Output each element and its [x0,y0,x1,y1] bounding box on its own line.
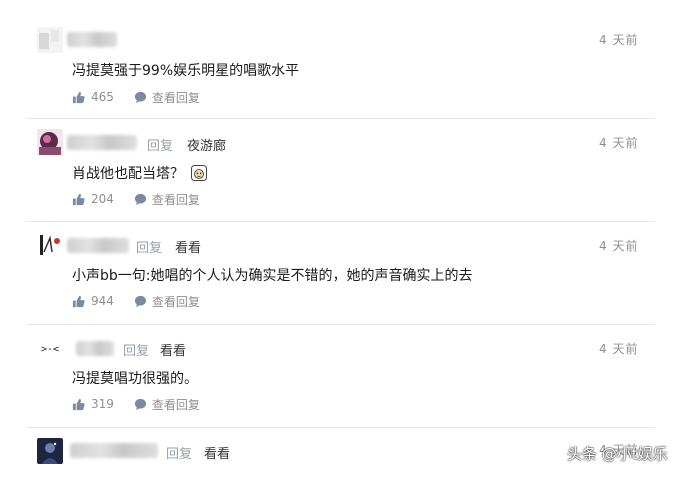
reply-target-username[interactable]: 看看 [160,340,186,359]
comment-bubble-icon [134,295,146,307]
view-replies-link[interactable]: 查看回复 [152,293,200,310]
username-blurred[interactable] [67,135,137,150]
username-blurred[interactable] [67,238,129,253]
timestamp: 4 天前 [599,239,639,253]
avatar[interactable]: >-< [37,336,63,362]
reply-label: 回复 [166,447,193,462]
comment-bubble-icon [134,398,146,410]
username-blurred[interactable] [76,341,114,356]
view-replies-link[interactable]: 查看回复 [152,89,200,106]
view-replies-link[interactable]: 查看回复 [152,191,200,208]
comment-text: 肖战他也配当塔？ [72,163,208,183]
comment-text: 小声bb一句:她唱的个人认为确实是不错的，她的声音确实上的去 [72,268,473,284]
divider [26,118,655,119]
timestamp: 4 天前 [599,136,639,150]
divider [26,427,655,428]
comment-text: 冯提莫强于99%娱乐明星的唱歌水平 [72,63,300,79]
avatar-text: >-< [40,343,60,355]
username-blurred[interactable] [67,32,117,47]
timestamp: 4 天前 [599,342,639,356]
comment-text: 冯提莫唱功很强的。 [72,371,198,387]
avatar[interactable] [37,27,63,53]
avatar[interactable] [37,438,63,464]
reply-target-username[interactable]: 夜游廊 [187,135,226,154]
avatar[interactable] [37,232,63,258]
reply-label: 回复 [136,241,163,256]
thumbs-up-icon[interactable] [72,398,85,411]
divider [26,221,655,222]
timestamp: 4 天前 [599,33,639,47]
like-count: 944 [91,294,114,308]
comment-actions: 944 查看回复 [72,292,200,310]
watermark: 头条 @小t娱乐 [567,445,668,463]
divider [26,324,655,325]
reply-label: 回复 [123,344,150,359]
reply-target-username[interactable]: 看看 [175,237,201,256]
comment-bubble-icon [134,193,146,205]
thumbs-up-icon[interactable] [72,91,85,104]
comment-actions: 319 查看回复 [72,395,200,413]
comment-text-body: 肖战他也配当塔？ [72,166,184,182]
thumbs-up-icon[interactable] [72,295,85,308]
view-replies-link[interactable]: 查看回复 [152,396,200,413]
thumbs-up-icon[interactable] [72,193,85,206]
reply-label: 回复 [147,139,174,154]
reply-target-username[interactable]: 看看 [204,443,230,462]
like-count: 465 [91,90,114,104]
like-count: 319 [91,397,114,411]
comment-list: 4 天前 冯提莫强于99%娱乐明星的唱歌水平 465 查看回复 回复 夜游廊 4… [0,0,695,478]
username-blurred[interactable] [70,443,158,458]
comment-bubble-icon [134,91,146,103]
like-count: 204 [91,192,114,206]
comment-actions: 465 查看回复 [72,88,200,106]
avatar[interactable] [37,129,63,155]
comment-actions: 204 查看回复 [72,190,200,208]
doge-emoji-icon [191,165,208,181]
